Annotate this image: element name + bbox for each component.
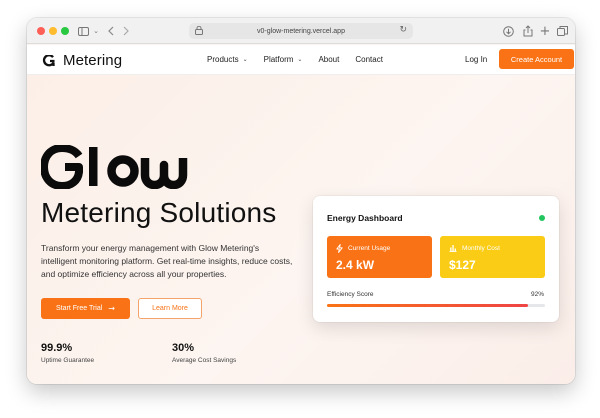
nav-item-label: Products: [207, 55, 239, 64]
brand-name: Metering: [63, 52, 123, 69]
hero-subtitle: Metering Solutions: [41, 197, 277, 228]
dashboard-title: Energy Dashboard: [327, 213, 403, 223]
share-icon[interactable]: [521, 24, 535, 38]
zoom-window-button[interactable]: [61, 27, 69, 35]
site-header: Metering Products ⌄ Platform ⌄ About Con…: [27, 45, 575, 75]
glow-wordmark: [40, 144, 226, 194]
monthly-cost-tile: Monthly Cost $127: [440, 236, 545, 278]
screenshot-stage: ⌄ v0-glow-metering.vercel.app ↻ + Meteri…: [0, 0, 600, 418]
efficiency-progress-track: [327, 304, 545, 307]
tile-label: Monthly Cost: [462, 244, 500, 252]
download-icon[interactable]: [501, 24, 515, 38]
site-info-icon[interactable]: [195, 25, 203, 37]
browser-toolbar: ⌄ v0-glow-metering.vercel.app ↻ +: [27, 18, 575, 44]
new-tab-icon[interactable]: +: [539, 24, 551, 39]
nav-item-label: Contact: [355, 55, 383, 64]
nav-item-platform[interactable]: Platform ⌄: [264, 55, 303, 64]
nav-item-label: About: [318, 55, 340, 64]
stat-value: 99.9%: [41, 342, 73, 354]
stat-cost-savings: 30% Average Cost Savings: [172, 342, 236, 364]
lightning-icon: [336, 244, 343, 253]
forward-icon[interactable]: [120, 24, 132, 38]
primary-nav: Products ⌄ Platform ⌄ About Contact: [207, 55, 399, 64]
login-link[interactable]: Log In: [465, 55, 487, 64]
chevron-down-icon: ⌄: [242, 56, 248, 63]
hero-description: Transform your energy management with Gl…: [41, 243, 293, 279]
tab-overview-icon[interactable]: [555, 24, 569, 38]
close-window-button[interactable]: [37, 27, 45, 35]
chevron-down-icon: ⌄: [297, 56, 303, 63]
stat-uptime: 99.9% Uptime Guarantee: [41, 342, 94, 364]
reload-icon[interactable]: ↻: [399, 25, 407, 35]
arrow-right-icon: →: [108, 304, 115, 313]
hero-section: Metering Solutions Transform your energy…: [27, 75, 575, 384]
glow-mark-icon: [42, 54, 55, 66]
tile-value: $127: [449, 258, 476, 272]
efficiency-progress-fill: [327, 304, 528, 307]
address-bar[interactable]: v0-glow-metering.vercel.app ↻: [189, 23, 413, 39]
nav-item-about[interactable]: About: [318, 55, 339, 64]
address-url: v0-glow-metering.vercel.app: [257, 27, 345, 35]
tile-label: Current Usage: [348, 245, 391, 252]
bar-chart-icon: [449, 245, 457, 252]
tile-value: 2.4 kW: [336, 258, 375, 272]
nav-item-contact[interactable]: Contact: [355, 55, 383, 64]
stat-value: 30%: [172, 342, 195, 354]
nav-item-label: Platform: [263, 55, 294, 64]
efficiency-value: 92%: [531, 291, 545, 298]
nav-item-products[interactable]: Products ⌄: [207, 55, 248, 64]
stat-label: Average Cost Savings: [172, 357, 237, 364]
create-account-button[interactable]: Create Account: [499, 49, 574, 69]
browser-window: ⌄ v0-glow-metering.vercel.app ↻ + Meteri…: [27, 18, 575, 384]
learn-more-button[interactable]: Learn More: [138, 298, 202, 319]
back-icon[interactable]: [105, 24, 117, 38]
status-indicator: [539, 215, 545, 221]
brand-logo[interactable]: Metering: [41, 52, 122, 69]
button-label: Start Free Trial: [56, 305, 103, 312]
energy-dashboard-card: Energy Dashboard Current Usage 2.4 kW Mo…: [313, 196, 559, 322]
sidebar-toggle-icon[interactable]: [75, 24, 91, 38]
current-usage-tile: Current Usage 2.4 kW: [327, 236, 432, 278]
efficiency-label: Efficiency Score: [327, 291, 374, 298]
minimize-window-button[interactable]: [49, 27, 57, 35]
chevron-down-icon[interactable]: ⌄: [91, 24, 101, 38]
stat-label: Uptime Guarantee: [41, 357, 95, 364]
start-free-trial-button[interactable]: Start Free Trial →: [41, 298, 130, 319]
